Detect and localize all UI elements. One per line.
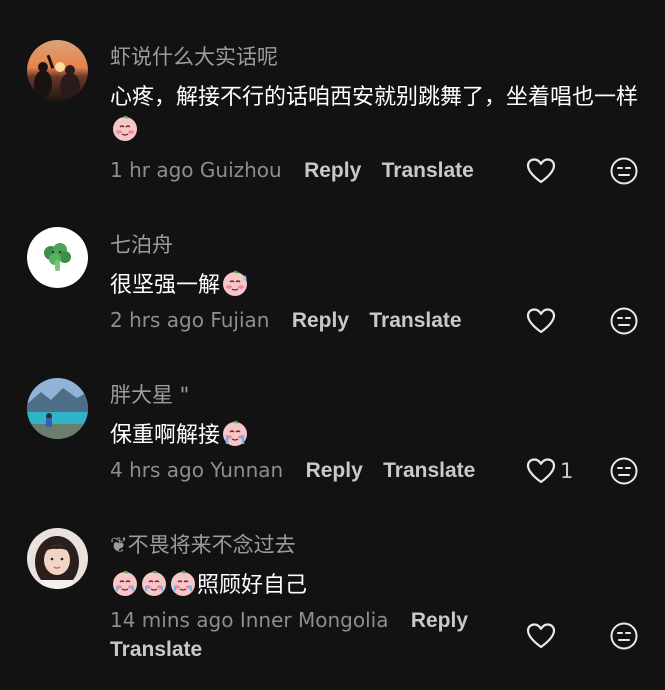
like-count: 1: [560, 459, 574, 483]
comment-text: 很坚强一解: [110, 269, 640, 302]
avatar[interactable]: [27, 378, 88, 439]
heart-outline-icon[interactable]: [526, 157, 556, 185]
location: Fujian: [210, 308, 270, 332]
timestamp: 4 hrs ago: [110, 458, 204, 482]
avatar[interactable]: [27, 40, 88, 101]
username[interactable]: 胖大星 ": [110, 381, 189, 409]
translate-button[interactable]: Translate: [382, 159, 474, 182]
timestamp: 2 hrs ago: [110, 308, 204, 332]
crying-face-emoji: [221, 419, 249, 447]
username[interactable]: 七泊舟: [110, 231, 173, 259]
reply-button[interactable]: Reply: [306, 459, 363, 482]
username[interactable]: ❦不畏将来不念过去: [110, 531, 296, 559]
teary-face-emoji: [140, 569, 168, 597]
neutral-face-icon[interactable]: [609, 456, 639, 486]
heart-outline-icon[interactable]: [526, 457, 556, 485]
comment-meta: 2 hrs ago Fujian Reply Translate: [110, 305, 462, 336]
location: Yunnan: [210, 458, 284, 482]
avatar[interactable]: [27, 528, 88, 589]
translate-button[interactable]: Translate: [383, 459, 475, 482]
timestamp: 1 hr ago: [110, 158, 194, 182]
heart-outline-icon[interactable]: [526, 307, 556, 335]
comment-meta: 14 mins ago Inner Mongolia Reply: [110, 605, 468, 636]
translate-button[interactable]: Translate: [110, 635, 202, 665]
comment-text-content: 照顾好自己: [197, 573, 308, 598]
sweat-face-emoji: [221, 269, 249, 297]
location: Guizhou: [199, 158, 282, 182]
neutral-face-icon[interactable]: [609, 621, 639, 651]
comment-text: 照顾好自己: [110, 569, 640, 602]
comment-text-content: 很坚强一解: [110, 273, 221, 298]
reply-button[interactable]: Reply: [411, 609, 468, 632]
username[interactable]: 虾说什么大实话呢: [110, 43, 278, 71]
reply-button[interactable]: Reply: [304, 159, 361, 182]
neutral-face-icon[interactable]: [609, 306, 639, 336]
comment-text-content: 心疼，解接不行的话咱西安就别跳舞了，坐着唱也一样: [110, 85, 639, 110]
heart-outline-icon[interactable]: [526, 622, 556, 650]
comment-text: 心疼，解接不行的话咱西安就别跳舞了，坐着唱也一样: [110, 81, 640, 147]
location: Inner Mongolia: [239, 608, 389, 632]
comment-text-content: 保重啊解接: [110, 423, 221, 448]
timestamp: 14 mins ago: [110, 608, 234, 632]
avatar[interactable]: [27, 227, 88, 288]
comment-meta: 4 hrs ago Yunnan Reply Translate: [110, 455, 475, 486]
comment-text: 保重啊解接: [110, 419, 640, 452]
teary-face-emoji: [111, 569, 139, 597]
blush-face-emoji: [111, 114, 139, 142]
translate-button[interactable]: Translate: [369, 309, 461, 332]
comment-meta: 1 hr ago Guizhou Reply Translate: [110, 155, 474, 186]
teary-face-emoji: [169, 569, 197, 597]
reply-button[interactable]: Reply: [292, 309, 349, 332]
neutral-face-icon[interactable]: [609, 156, 639, 186]
